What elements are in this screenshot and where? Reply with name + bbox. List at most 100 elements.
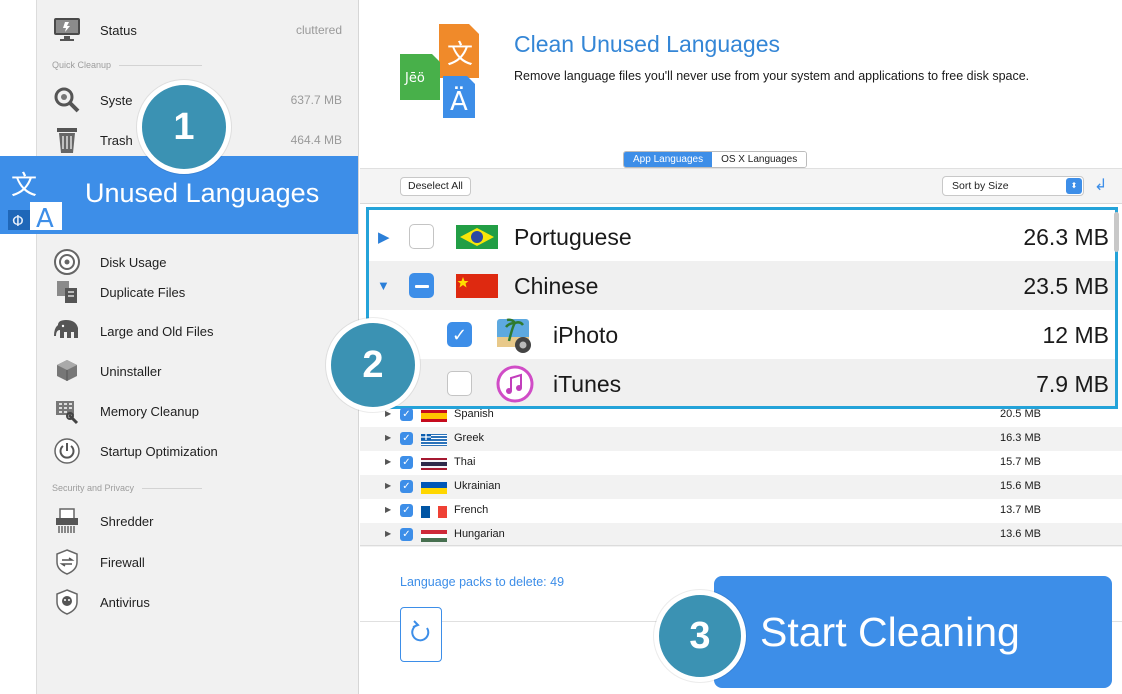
page-title: Clean Unused Languages xyxy=(514,31,780,57)
list-scrollbar[interactable] xyxy=(1114,212,1119,252)
sidebar-item-shredder[interactable]: Shredder xyxy=(37,501,358,541)
iphoto-icon xyxy=(495,315,535,355)
disclosure-right-icon[interactable]: ▶ xyxy=(378,228,390,246)
sidebar-item-memory-cleanup[interactable]: Memory Cleanup xyxy=(37,391,358,431)
svg-text:Jēö: Jēö xyxy=(404,71,425,86)
disclosure-right-icon[interactable]: ▶ xyxy=(385,529,391,538)
svg-text:文: 文 xyxy=(447,40,473,70)
table-row[interactable]: ▶ ✓ Thai 15.7 MB xyxy=(360,451,1122,475)
system-junk-icon xyxy=(51,84,83,116)
sidebar-item-duplicate-files[interactable]: Duplicate Files xyxy=(37,272,358,312)
svg-text:文: 文 xyxy=(11,171,37,201)
china-flag-icon xyxy=(456,274,498,298)
checkbox-checked[interactable]: ✓ xyxy=(447,322,472,347)
large-old-files-label: Large and Old Files xyxy=(100,323,214,339)
size-value: 13.6 MB xyxy=(1000,528,1041,540)
table-row[interactable]: ▶ ✓ Ukrainian 15.6 MB xyxy=(360,475,1122,499)
disclosure-right-icon[interactable]: ▶ xyxy=(385,457,391,466)
sort-select-value: Sort by Size xyxy=(952,180,1009,192)
chevron-updown-icon: ⬍ xyxy=(1066,178,1082,194)
list-item[interactable]: iTunes 7.9 MB xyxy=(369,359,1115,406)
zoomed-language-list: ▶ Portuguese 26.3 MB ▼ Chinese 23.5 MB ✓ xyxy=(366,207,1118,409)
size-value: 20.5 MB xyxy=(1000,408,1041,420)
unused-languages-label: Unused Languages xyxy=(85,178,320,208)
checkbox-checked[interactable]: ✓ xyxy=(400,432,413,445)
tab-app-languages[interactable]: App Languages xyxy=(624,152,713,167)
language-label: Portuguese xyxy=(514,224,632,250)
sidebar-item-firewall[interactable]: Firewall xyxy=(37,542,358,582)
table-row[interactable]: ▶ ✓ French 13.7 MB xyxy=(360,499,1122,523)
france-flag-icon xyxy=(421,505,447,518)
language-label: Spanish xyxy=(454,408,494,420)
brazil-flag-icon xyxy=(456,225,498,249)
refresh-icon xyxy=(409,618,433,651)
checkbox-checked[interactable]: ✓ xyxy=(400,408,413,421)
size-value: 23.5 MB xyxy=(1023,273,1109,299)
tab-osx-languages[interactable]: OS X Languages xyxy=(712,152,807,167)
deselect-all-button[interactable]: Deselect All xyxy=(400,177,471,196)
list-item[interactable]: ▼ Chinese 23.5 MB xyxy=(369,261,1115,310)
language-label: Chinese xyxy=(514,273,599,299)
size-value: 7.9 MB xyxy=(1036,371,1109,397)
list-item[interactable]: ✓ iPhoto 12 MB xyxy=(369,310,1115,359)
table-row[interactable]: ▶ ✓ Hungarian 13.6 MB xyxy=(360,523,1122,547)
system-value: 637.7 MB xyxy=(290,93,342,107)
disclosure-right-icon[interactable]: ▶ xyxy=(385,481,391,490)
list-divider xyxy=(360,545,1122,546)
sidebar-item-uninstaller[interactable]: Uninstaller xyxy=(37,351,358,391)
duplicate-files-label: Duplicate Files xyxy=(100,284,186,300)
startup-optimization-label: Startup Optimization xyxy=(100,443,218,459)
checkbox-checked[interactable]: ✓ xyxy=(400,504,413,517)
unused-languages-icon: 文 Φ A xyxy=(6,166,70,234)
refresh-button[interactable] xyxy=(400,607,442,662)
checkbox[interactable] xyxy=(409,224,434,249)
greece-flag-icon xyxy=(421,433,447,446)
table-row[interactable]: ▶ ✓ Greek 16.3 MB xyxy=(360,427,1122,451)
checkbox-mixed[interactable] xyxy=(409,273,434,298)
shredder-label: Shredder xyxy=(100,513,154,529)
disk-usage-label: Disk Usage xyxy=(100,254,167,270)
size-value: 16.3 MB xyxy=(1000,432,1041,444)
disclosure-down-icon[interactable]: ▼ xyxy=(377,278,390,293)
checkbox-checked[interactable]: ✓ xyxy=(400,528,413,541)
table-row[interactable]: ▶ ✓ Spanish 20.5 MB xyxy=(360,403,1122,427)
sort-direction-icon[interactable]: ↲ xyxy=(1094,175,1107,195)
disclosure-right-icon[interactable]: ▶ xyxy=(385,433,391,442)
sidebar-item-large-old-files[interactable]: Large and Old Files xyxy=(37,311,358,351)
language-label: French xyxy=(454,504,489,516)
itunes-icon xyxy=(495,364,535,404)
app-label: iPhoto xyxy=(553,322,619,348)
quick-cleanup-header: Quick Cleanup xyxy=(52,60,202,70)
size-value: 26.3 MB xyxy=(1023,224,1109,250)
sort-select[interactable]: Sort by Size ⬍ xyxy=(942,176,1084,196)
checkbox-checked[interactable]: ✓ xyxy=(400,480,413,493)
main-panel: 文 Jēö Ä Clean Unused Languages Remove la… xyxy=(360,0,1122,694)
duplicate-files-icon xyxy=(51,276,83,308)
list-toolbar: Deselect All Sort by Size ⬍ ↲ xyxy=(360,168,1122,204)
system-label: Syste xyxy=(100,92,133,108)
start-cleaning-button[interactable]: Start Cleaning xyxy=(714,576,1112,688)
language-label: Ukrainian xyxy=(454,480,501,492)
size-value: 12 MB xyxy=(1042,322,1109,348)
callout-1-badge: 1 xyxy=(137,80,231,174)
language-label: Thai xyxy=(454,456,476,468)
trash-value: 464.4 MB xyxy=(290,133,342,147)
monitor-icon xyxy=(51,14,83,46)
disclosure-right-icon[interactable]: ▶ xyxy=(385,409,391,418)
list-item[interactable]: ▶ Portuguese 26.3 MB xyxy=(369,212,1115,261)
app-label: iTunes xyxy=(553,371,622,397)
language-label: Hungarian xyxy=(454,528,505,540)
sidebar-item-status[interactable]: Status cluttered xyxy=(37,10,358,50)
status-value: cluttered xyxy=(295,23,342,37)
antivirus-label: Antivirus xyxy=(100,594,150,610)
spain-flag-icon xyxy=(421,409,447,422)
callout-3-badge: 3 xyxy=(654,590,746,682)
sidebar-item-startup-optimization[interactable]: Startup Optimization xyxy=(37,431,358,471)
svg-text:Φ: Φ xyxy=(12,212,24,230)
shredder-icon xyxy=(51,505,83,537)
checkbox[interactable] xyxy=(447,371,472,396)
checkbox-checked[interactable]: ✓ xyxy=(400,456,413,469)
disclosure-right-icon[interactable]: ▶ xyxy=(385,505,391,514)
language-label: Greek xyxy=(454,432,484,444)
sidebar-item-antivirus[interactable]: Antivirus xyxy=(37,582,358,622)
